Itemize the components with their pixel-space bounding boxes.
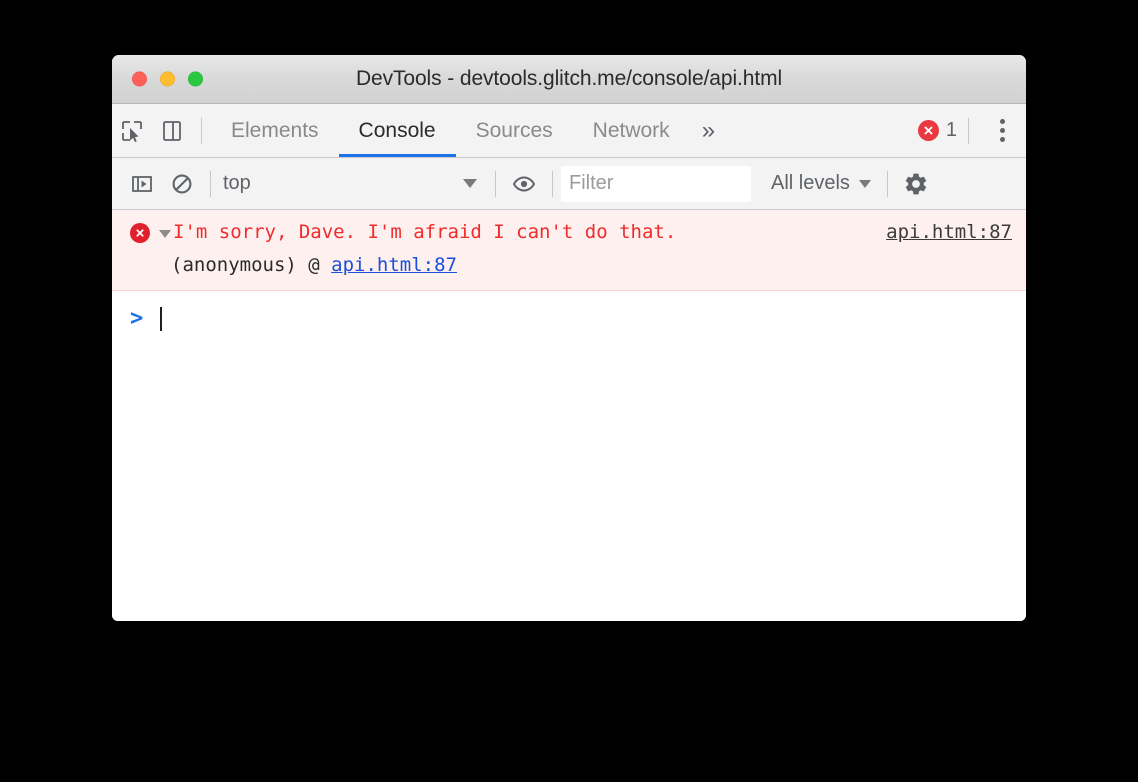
more-tabs-icon[interactable]: » (690, 104, 727, 157)
error-count-label: 1 (945, 119, 957, 141)
console-settings-gear-icon[interactable] (896, 164, 936, 204)
chevron-down-icon (858, 179, 871, 188)
console-prompt[interactable]: > (112, 291, 1026, 337)
text-cursor (160, 307, 163, 331)
prompt-chevron-icon: > (130, 306, 144, 331)
execution-context-label: top (223, 172, 251, 194)
console-message-header: I'm sorry, Dave. I'm afraid I can't do t… (112, 220, 1026, 245)
error-count-badge[interactable]: 1 (917, 119, 959, 142)
devtools-window: DevTools - devtools.glitch.me/console/ap… (112, 55, 1026, 621)
clear-console-icon[interactable] (162, 164, 202, 204)
tab-console-label: Console (358, 118, 436, 142)
minimize-window-button[interactable] (160, 71, 175, 87)
tab-elements-label: Elements (231, 118, 319, 142)
execution-context-select[interactable]: top (219, 167, 487, 201)
toolbar-divider-4 (886, 170, 888, 197)
kebab-dot (999, 128, 1005, 133)
main-menu-kebab-icon[interactable] (978, 111, 1026, 151)
maximize-window-button[interactable] (188, 71, 203, 87)
tabbar-divider (201, 117, 202, 144)
error-icon (130, 223, 150, 243)
tabbar-divider-right (968, 117, 969, 144)
tab-network[interactable]: Network (573, 104, 690, 157)
console-toolbar: top All levels (112, 158, 1026, 210)
expand-triangle-icon[interactable] (159, 230, 171, 238)
window-title: DevTools - devtools.glitch.me/console/ap… (355, 67, 783, 90)
live-expression-eye-icon[interactable] (504, 164, 544, 204)
tab-sources-label: Sources (475, 118, 553, 142)
filter-input[interactable] (561, 165, 751, 202)
kebab-dot (999, 137, 1005, 142)
tab-console[interactable]: Console (338, 104, 456, 157)
show-console-sidebar-icon[interactable] (122, 164, 162, 204)
close-window-button[interactable] (132, 71, 147, 87)
toolbar-divider-1 (210, 170, 211, 197)
device-toolbar-icon[interactable] (152, 111, 192, 151)
toolbar-divider-3 (552, 170, 553, 197)
more-tabs-label: » (701, 116, 716, 144)
devtools-tabbar: Elements Console Sources Network » 1 (112, 104, 1026, 158)
stack-frame-name: (anonymous) @ (171, 254, 332, 276)
error-icon (917, 120, 939, 141)
chevron-down-icon (463, 179, 477, 188)
log-levels-label: All levels (771, 172, 850, 194)
inspect-element-icon[interactable] (112, 111, 152, 151)
tab-network-label: Network (592, 118, 670, 142)
console-error-message[interactable]: I'm sorry, Dave. I'm afraid I can't do t… (112, 210, 1026, 291)
log-levels-select[interactable]: All levels (763, 167, 879, 201)
console-message-text: I'm sorry, Dave. I'm afraid I can't do t… (173, 221, 677, 243)
tab-sources[interactable]: Sources (456, 104, 573, 157)
stack-trace-frame: (anonymous) @ api.html:87 (112, 245, 1026, 278)
window-titlebar: DevTools - devtools.glitch.me/console/ap… (112, 55, 1026, 104)
toolbar-divider-2 (495, 170, 496, 197)
tab-elements[interactable]: Elements (211, 104, 339, 157)
kebab-dot (999, 119, 1005, 124)
message-source-link[interactable]: api.html:87 (886, 220, 1012, 245)
stack-frame-link[interactable]: api.html:87 (331, 254, 457, 276)
console-message-area[interactable]: I'm sorry, Dave. I'm afraid I can't do t… (112, 210, 1026, 621)
